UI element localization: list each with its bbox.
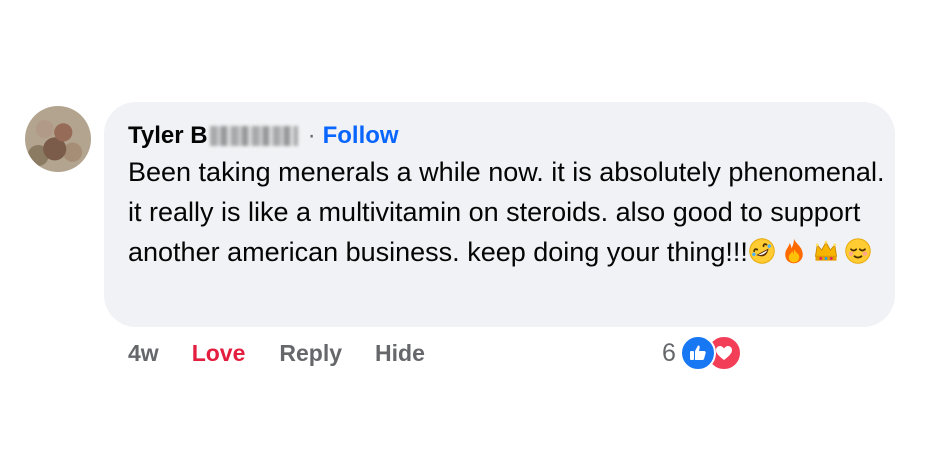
love-button[interactable]: Love (192, 340, 246, 367)
comment-header: Tyler B · Follow (128, 120, 399, 152)
follow-button[interactable]: Follow (323, 122, 399, 150)
hide-button[interactable]: Hide (375, 340, 425, 367)
comment-actions: 4w Love Reply Hide (128, 337, 425, 369)
reply-button[interactable]: Reply (279, 340, 342, 367)
fire-emoji (785, 238, 803, 264)
reaction-count: 6 (662, 338, 676, 367)
relieved-face-emoji (845, 238, 871, 264)
avatar[interactable] (25, 106, 91, 172)
crown-emoji (814, 240, 837, 261)
reaction-summary[interactable]: 6 (662, 335, 742, 371)
redacted-surname (209, 126, 298, 146)
like-icon (679, 335, 716, 371)
timestamp[interactable]: 4w (128, 340, 159, 367)
separator-dot: · (307, 122, 316, 149)
author-name[interactable]: Tyler B (128, 122, 208, 150)
rolling-on-floor-laughing-emoji (749, 238, 775, 264)
comment-text: Been taking menerals a while now. it is … (128, 152, 888, 272)
